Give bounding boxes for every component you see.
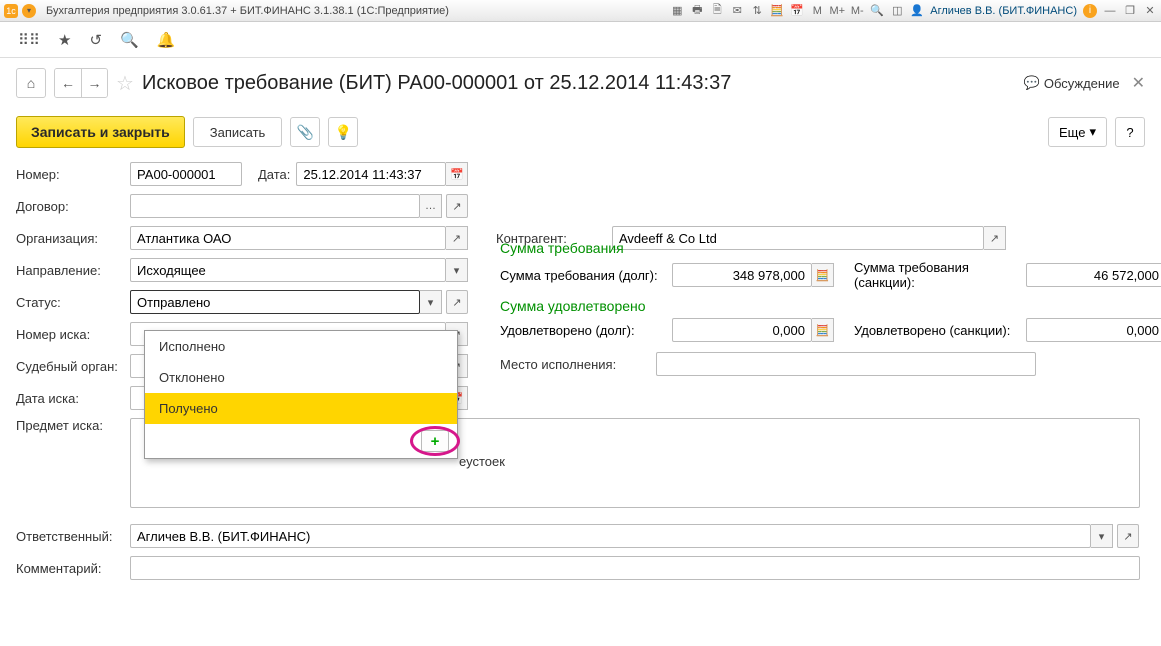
label-sat-debt: Удовлетворено (долг): — [500, 323, 660, 338]
main-toolbar: ⠿⠿ ★ ↺ 🔍 🔔 — [0, 22, 1161, 58]
home-button[interactable]: ⌂ — [16, 68, 46, 98]
page-header: ⌂ ← → ☆ Исковое требование (БИТ) РА00-00… — [16, 68, 1145, 98]
label-claim-no: Номер иска: — [16, 327, 124, 342]
date-field[interactable] — [296, 162, 446, 186]
sum-req-debt-field[interactable] — [672, 263, 812, 287]
label-status: Статус: — [16, 295, 124, 310]
sat-debt-field[interactable] — [672, 318, 812, 342]
contract-select-button[interactable]: … — [420, 194, 442, 218]
label-sum-req-debt: Сумма требования (долг): — [500, 268, 660, 283]
label-court: Судебный орган: — [16, 359, 124, 374]
window-restore-icon[interactable]: ❐ — [1123, 4, 1137, 18]
more-label: Еще — [1059, 125, 1085, 140]
discussion-icon: 💬 — [1024, 75, 1040, 91]
close-form-button[interactable]: ✕ — [1132, 73, 1145, 93]
number-field[interactable] — [130, 162, 242, 186]
responsible-dropdown-button[interactable]: ▾ — [1091, 524, 1113, 548]
history-icon[interactable]: ↺ — [89, 31, 102, 49]
label-place: Место исполнения: — [500, 357, 650, 372]
status-dropdown-button[interactable]: ▾ — [420, 290, 442, 314]
mem-mminus-icon[interactable]: M- — [850, 4, 864, 18]
notifications-bell-icon[interactable]: 🔔 — [157, 31, 176, 49]
hint-button[interactable]: 💡 — [328, 117, 358, 147]
org-field[interactable] — [130, 226, 446, 250]
label-date: Дата: — [258, 167, 290, 182]
label-sum-req-sanc: Сумма требования (санкции): — [854, 260, 1014, 290]
direction-dropdown-button[interactable]: ▾ — [446, 258, 468, 282]
info-icon[interactable]: i — [1083, 4, 1097, 18]
label-direction: Направление: — [16, 263, 124, 278]
window-title: Бухгалтерия предприятия 3.0.61.37 + БИТ.… — [46, 5, 449, 17]
label-subject: Предмет иска: — [16, 418, 124, 433]
discussion-button[interactable]: 💬 Обсуждение — [1024, 75, 1120, 91]
save-and-close-button[interactable]: Записать и закрыть — [16, 116, 185, 148]
nav-forward-button[interactable]: → — [81, 69, 107, 97]
truncated-text-tail: еустоек — [459, 454, 505, 469]
label-org: Организация: — [16, 231, 124, 246]
status-dropdown-list: Исполнено Отклонено Получено + — [144, 330, 458, 459]
calculator-icon[interactable]: 🧮 — [770, 4, 784, 18]
save-button[interactable]: Записать — [193, 117, 283, 147]
search-icon[interactable]: 🔍 — [120, 31, 139, 49]
responsible-field[interactable] — [130, 524, 1091, 548]
more-menu-button[interactable]: Еще ▾ — [1048, 117, 1107, 147]
window-titlebar: 1c ▾ Бухгалтерия предприятия 3.0.61.37 +… — [0, 0, 1161, 22]
sat-debt-calc-button[interactable]: 🧮 — [812, 318, 834, 342]
attach-button[interactable]: 📎 — [290, 117, 320, 147]
status-field[interactable] — [130, 290, 420, 314]
panels-icon[interactable]: ◫ — [890, 4, 904, 18]
label-contract: Договор: — [16, 199, 124, 214]
place-field[interactable] — [656, 352, 1036, 376]
label-responsible: Ответственный: — [16, 529, 124, 544]
status-option[interactable]: Получено — [145, 393, 457, 424]
mem-mplus-icon[interactable]: M+ — [830, 4, 844, 18]
discussion-label: Обсуждение — [1044, 76, 1120, 91]
label-claim-date: Дата иска: — [16, 391, 124, 406]
chevron-down-icon: ▾ — [1089, 124, 1096, 140]
date-picker-button[interactable]: 📅 — [446, 162, 468, 186]
page-title: Исковое требование (БИТ) РА00-000001 от … — [142, 72, 731, 95]
window-minimize-icon[interactable]: — — [1103, 4, 1117, 18]
zoom-icon[interactable]: 🔍 — [870, 4, 884, 18]
responsible-open-button[interactable]: ↗ — [1117, 524, 1139, 548]
print-preview-icon[interactable]: ▦ — [670, 4, 684, 18]
sum-satisfied-header: Сумма удовлетворено — [500, 298, 1140, 314]
nav-back-forward: ← → — [54, 68, 108, 98]
contract-field[interactable] — [130, 194, 420, 218]
favorite-star-icon[interactable]: ☆ — [116, 71, 134, 96]
direction-field[interactable] — [130, 258, 446, 282]
org-open-button[interactable]: ↗ — [446, 226, 468, 250]
status-open-button[interactable]: ↗ — [446, 290, 468, 314]
status-option[interactable]: Исполнено — [145, 331, 457, 362]
calendar-icon[interactable]: 📅 — [790, 4, 804, 18]
user-icon[interactable]: 👤 — [910, 4, 924, 18]
favorites-star-icon[interactable]: ★ — [58, 31, 71, 49]
mail-icon[interactable]: ✉ — [730, 4, 744, 18]
sum-req-debt-calc-button[interactable]: 🧮 — [812, 263, 834, 287]
contract-open-button[interactable]: ↗ — [446, 194, 468, 218]
app-logo-icon: 1c — [4, 4, 18, 18]
print-icon[interactable]: 🖶 — [690, 4, 704, 18]
status-option[interactable]: Отклонено — [145, 362, 457, 393]
sum-req-sanc-field[interactable] — [1026, 263, 1161, 287]
comment-field[interactable] — [130, 556, 1140, 580]
app-menu-dropdown-icon[interactable]: ▾ — [22, 4, 36, 18]
user-name[interactable]: Агличев В.В. (БИТ.ФИНАНС) — [930, 5, 1077, 17]
sum-requirement-header: Сумма требования — [500, 240, 1140, 256]
label-sat-sanc: Удовлетворено (санкции): — [854, 323, 1014, 338]
actions-bar: Записать и закрыть Записать 📎 💡 Еще ▾ ? — [16, 116, 1145, 148]
compare-icon[interactable]: ⇅ — [750, 4, 764, 18]
doc-icon[interactable]: 🗎 — [710, 4, 724, 18]
label-comment: Комментарий: — [16, 561, 124, 576]
label-number: Номер: — [16, 167, 124, 182]
status-add-button[interactable]: + — [421, 430, 449, 452]
sat-sanc-field[interactable] — [1026, 318, 1161, 342]
help-button[interactable]: ? — [1115, 117, 1145, 147]
nav-back-button[interactable]: ← — [55, 69, 81, 97]
apps-grid-icon[interactable]: ⠿⠿ — [18, 31, 40, 49]
window-close-icon[interactable]: ✕ — [1143, 4, 1157, 18]
amounts-panel: Сумма требования Сумма требования (долг)… — [500, 238, 1140, 384]
mem-m-icon[interactable]: M — [810, 4, 824, 18]
